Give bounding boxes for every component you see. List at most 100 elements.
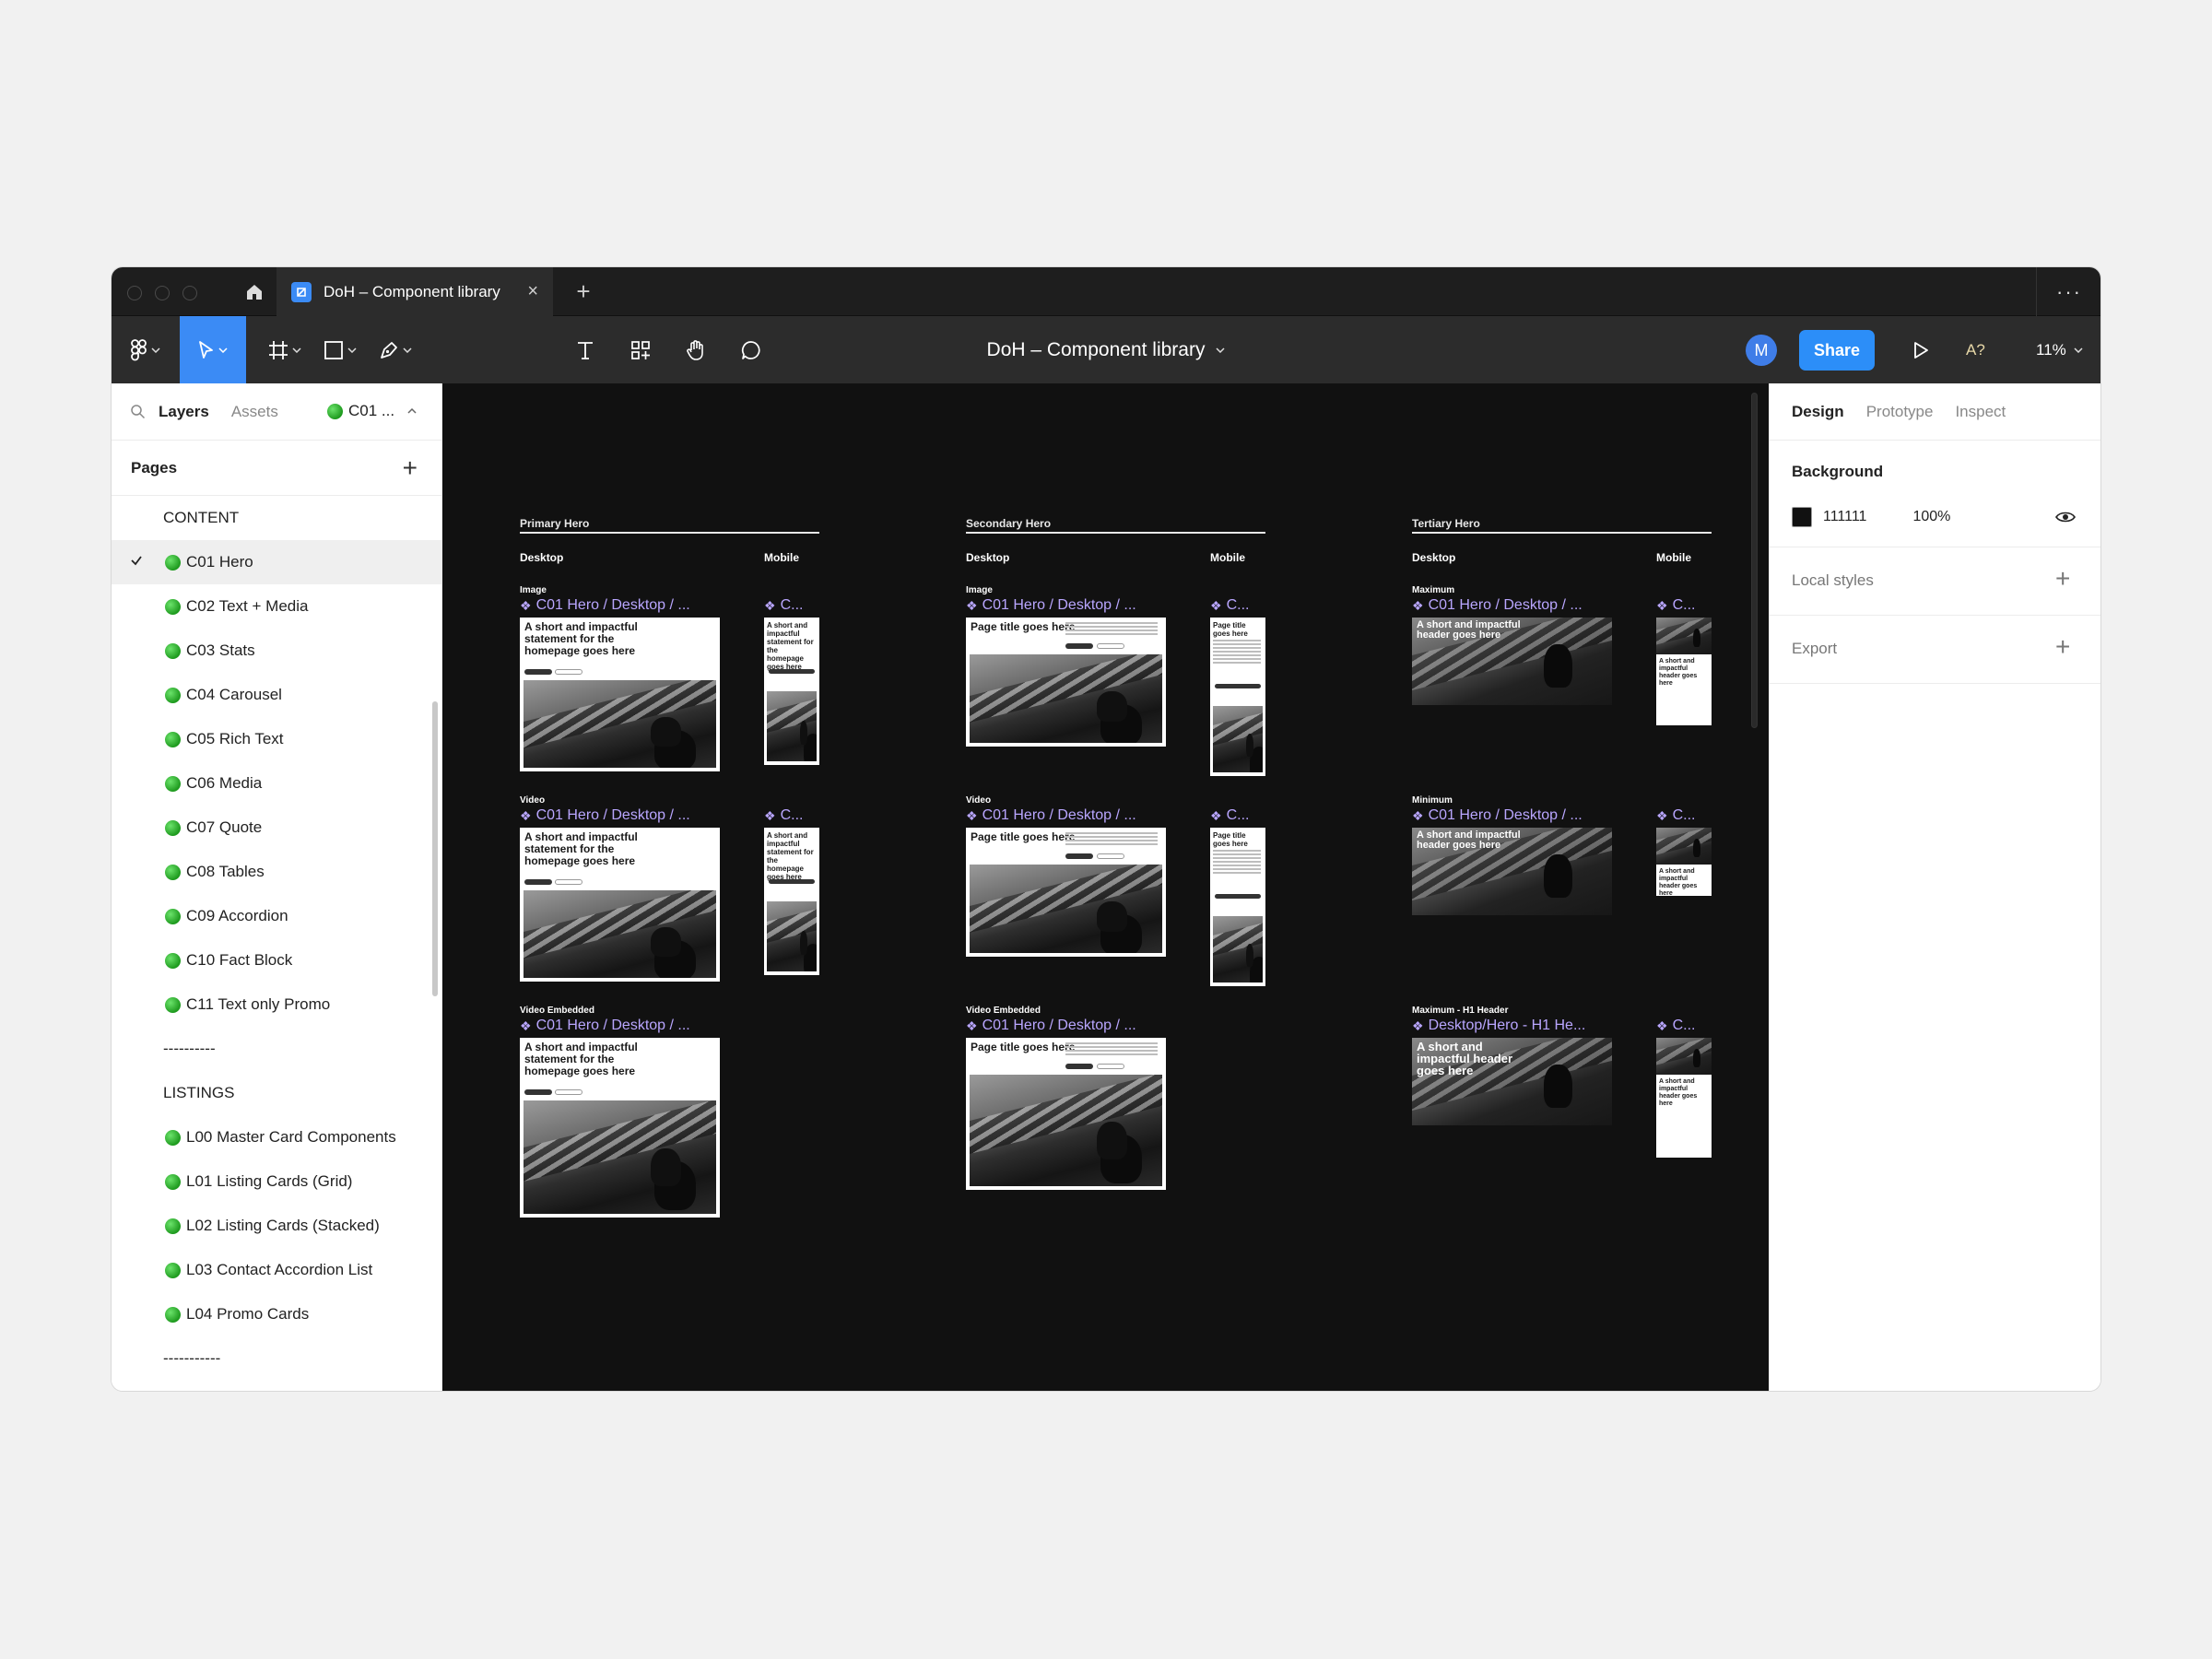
component-frame-label[interactable]: ❖ C01 Hero / Desktop / ... [966, 1018, 1136, 1034]
desktop-thumbnail[interactable]: Page title goes here [966, 828, 1166, 957]
desktop-thumbnail[interactable]: Page title goes here [966, 1038, 1166, 1190]
component-frame-label[interactable]: ❖ C01 Hero / Desktop / ... [1412, 807, 1583, 824]
page-item[interactable]: C09 Accordion [112, 894, 441, 938]
share-button[interactable]: Share [1799, 330, 1875, 371]
chevron-down-icon[interactable] [1216, 347, 1225, 353]
page-item[interactable]: C10 Fact Block [112, 938, 441, 982]
mobile-thumbnail[interactable]: A short and impactful statement for the … [764, 828, 819, 975]
home-tab[interactable] [232, 267, 276, 316]
component-frame-label[interactable]: ❖ C01 Hero / Desktop / ... [520, 597, 690, 614]
file-tab[interactable]: DoH – Component library × [276, 267, 553, 316]
local-styles-section[interactable]: Local styles + [1770, 547, 2100, 616]
background-fill-row[interactable]: 111111 100% [1792, 507, 1950, 527]
user-avatar[interactable]: M [1746, 335, 1777, 366]
page-item[interactable]: C05 Rich Text [112, 717, 441, 761]
mobile-thumbnail[interactable]: Page title goes here [1210, 618, 1265, 776]
canvas-scrollbar[interactable] [1751, 393, 1758, 728]
component-frame-label[interactable]: ❖ C01 Hero / Desktop / ... [520, 1018, 690, 1034]
desktop-thumbnail[interactable]: A short and impactful statement for the … [520, 618, 720, 771]
close-tab-icon[interactable]: × [527, 281, 538, 302]
tab-assets[interactable]: Assets [231, 403, 278, 421]
primary-button [1065, 643, 1093, 649]
page-item[interactable]: C04 Carousel [112, 673, 441, 717]
maximize-window-dot[interactable] [182, 286, 197, 300]
main-menu-button[interactable] [112, 316, 180, 383]
page-item[interactable]: ---------- [112, 1027, 441, 1071]
mobile-frame-label[interactable]: ❖ C... [1210, 597, 1249, 614]
hand-tool[interactable] [676, 316, 716, 383]
component-frame-label[interactable]: ❖ C01 Hero / Desktop / ... [1412, 597, 1583, 614]
current-page-selector[interactable]: C01 ... [327, 402, 417, 420]
desktop-thumbnail[interactable]: Page title goes here [966, 618, 1166, 747]
desktop-thumbnail[interactable]: A short and impactful header goes here [1412, 618, 1612, 705]
mobile-frame-label[interactable]: ❖ C... [1210, 807, 1249, 824]
component-frame-label[interactable]: ❖ Desktop/Hero - H1 He... [1412, 1018, 1585, 1034]
add-export-icon[interactable]: + [2055, 634, 2070, 660]
accessibility-check-button[interactable]: A? [1966, 333, 1985, 368]
tab-inspect[interactable]: Inspect [1955, 403, 2006, 421]
component-frame-label[interactable]: ❖ C01 Hero / Desktop / ... [520, 807, 690, 824]
component-frame-label[interactable]: ❖ C01 Hero / Desktop / ... [966, 807, 1136, 824]
page-item[interactable]: C01 Hero [112, 540, 441, 584]
desktop-thumbnail[interactable]: A short and impactful header goes here [1412, 828, 1612, 915]
page-item[interactable]: CONTENT [112, 496, 441, 540]
page-item[interactable]: L03 Contact Accordion List [112, 1248, 441, 1292]
mobile-frame-label[interactable]: ❖ C... [1656, 597, 1695, 614]
background-opacity[interactable]: 100% [1912, 509, 1950, 525]
background-color-swatch[interactable] [1792, 507, 1812, 527]
shape-tool[interactable] [314, 316, 366, 383]
mobile-thumbnail[interactable]: A short and impactful header goes here [1656, 1038, 1712, 1158]
page-label: C07 Quote [186, 818, 263, 836]
page-item[interactable]: C02 Text + Media [112, 584, 441, 629]
close-window-dot[interactable] [127, 286, 142, 300]
export-section[interactable]: Export + [1770, 616, 2100, 684]
page-item[interactable]: L02 Listing Cards (Stacked) [112, 1204, 441, 1248]
page-item[interactable]: C08 Tables [112, 850, 441, 894]
page-item[interactable]: C07 Quote [112, 806, 441, 850]
mobile-thumbnail[interactable]: A short and impactful header goes here [1656, 618, 1712, 725]
desktop-thumbnail[interactable]: A short and impactful statement for the … [520, 1038, 720, 1218]
mobile-frame-label[interactable]: ❖ C... [764, 597, 803, 614]
page-item[interactable]: L00 Master Card Components [112, 1115, 441, 1159]
background-hex[interactable]: 111111 [1823, 509, 1866, 525]
component-frame-label[interactable]: ❖ C01 Hero / Desktop / ... [966, 597, 1136, 614]
page-item[interactable]: C11 Text only Promo [112, 982, 441, 1027]
add-page-icon[interactable]: + [403, 454, 418, 481]
text-tool[interactable] [565, 316, 606, 383]
comment-tool[interactable] [731, 316, 771, 383]
page-item[interactable]: L04 Promo Cards [112, 1292, 441, 1336]
desktop-thumbnail[interactable]: A short and impactful header goes here [1412, 1038, 1612, 1125]
file-name[interactable]: DoH – Component library [987, 339, 1206, 361]
new-tab-icon[interactable]: + [563, 267, 604, 316]
tab-layers[interactable]: Layers [159, 403, 209, 421]
canvas[interactable]: Primary Hero Desktop Mobile Image ❖ C01 Hero … [442, 383, 1769, 1391]
mobile-thumbnail[interactable]: A short and impactful header goes here [1656, 828, 1712, 896]
resources-tool[interactable] [620, 316, 661, 383]
desktop-thumbnail[interactable]: A short and impactful statement for the … [520, 828, 720, 982]
page-item[interactable]: C06 Media [112, 761, 441, 806]
present-button[interactable] [1903, 333, 1938, 368]
mobile-thumbnail[interactable]: A short and impactful statement for the … [764, 618, 819, 765]
tab-prototype[interactable]: Prototype [1866, 403, 1934, 421]
add-style-icon[interactable]: + [2055, 566, 2070, 592]
move-tool[interactable] [180, 316, 246, 383]
page-item[interactable]: LISTINGS [112, 1071, 441, 1115]
mobile-frame-label[interactable]: ❖ C... [764, 807, 803, 824]
frame-tool[interactable] [259, 316, 311, 383]
status-dot-icon [165, 731, 181, 747]
pages-title: Pages [131, 458, 178, 477]
pen-tool[interactable] [370, 316, 421, 383]
eye-icon[interactable] [2055, 511, 2076, 524]
mobile-frame-label[interactable]: ❖ C... [1656, 807, 1695, 824]
tab-design[interactable]: Design [1792, 403, 1844, 421]
page-item[interactable]: C03 Stats [112, 629, 441, 673]
mobile-frame-label[interactable]: ❖ C... [1656, 1018, 1695, 1034]
minimize-window-dot[interactable] [155, 286, 170, 300]
scrollbar[interactable] [432, 701, 438, 996]
page-item[interactable]: ----------- [112, 1336, 441, 1381]
search-icon[interactable] [130, 404, 146, 419]
page-item[interactable]: L01 Listing Cards (Grid) [112, 1159, 441, 1204]
zoom-control[interactable]: 11% [2036, 333, 2083, 368]
mobile-thumbnail[interactable]: Page title goes here [1210, 828, 1265, 986]
more-options-icon[interactable]: ··· [2038, 267, 2100, 316]
